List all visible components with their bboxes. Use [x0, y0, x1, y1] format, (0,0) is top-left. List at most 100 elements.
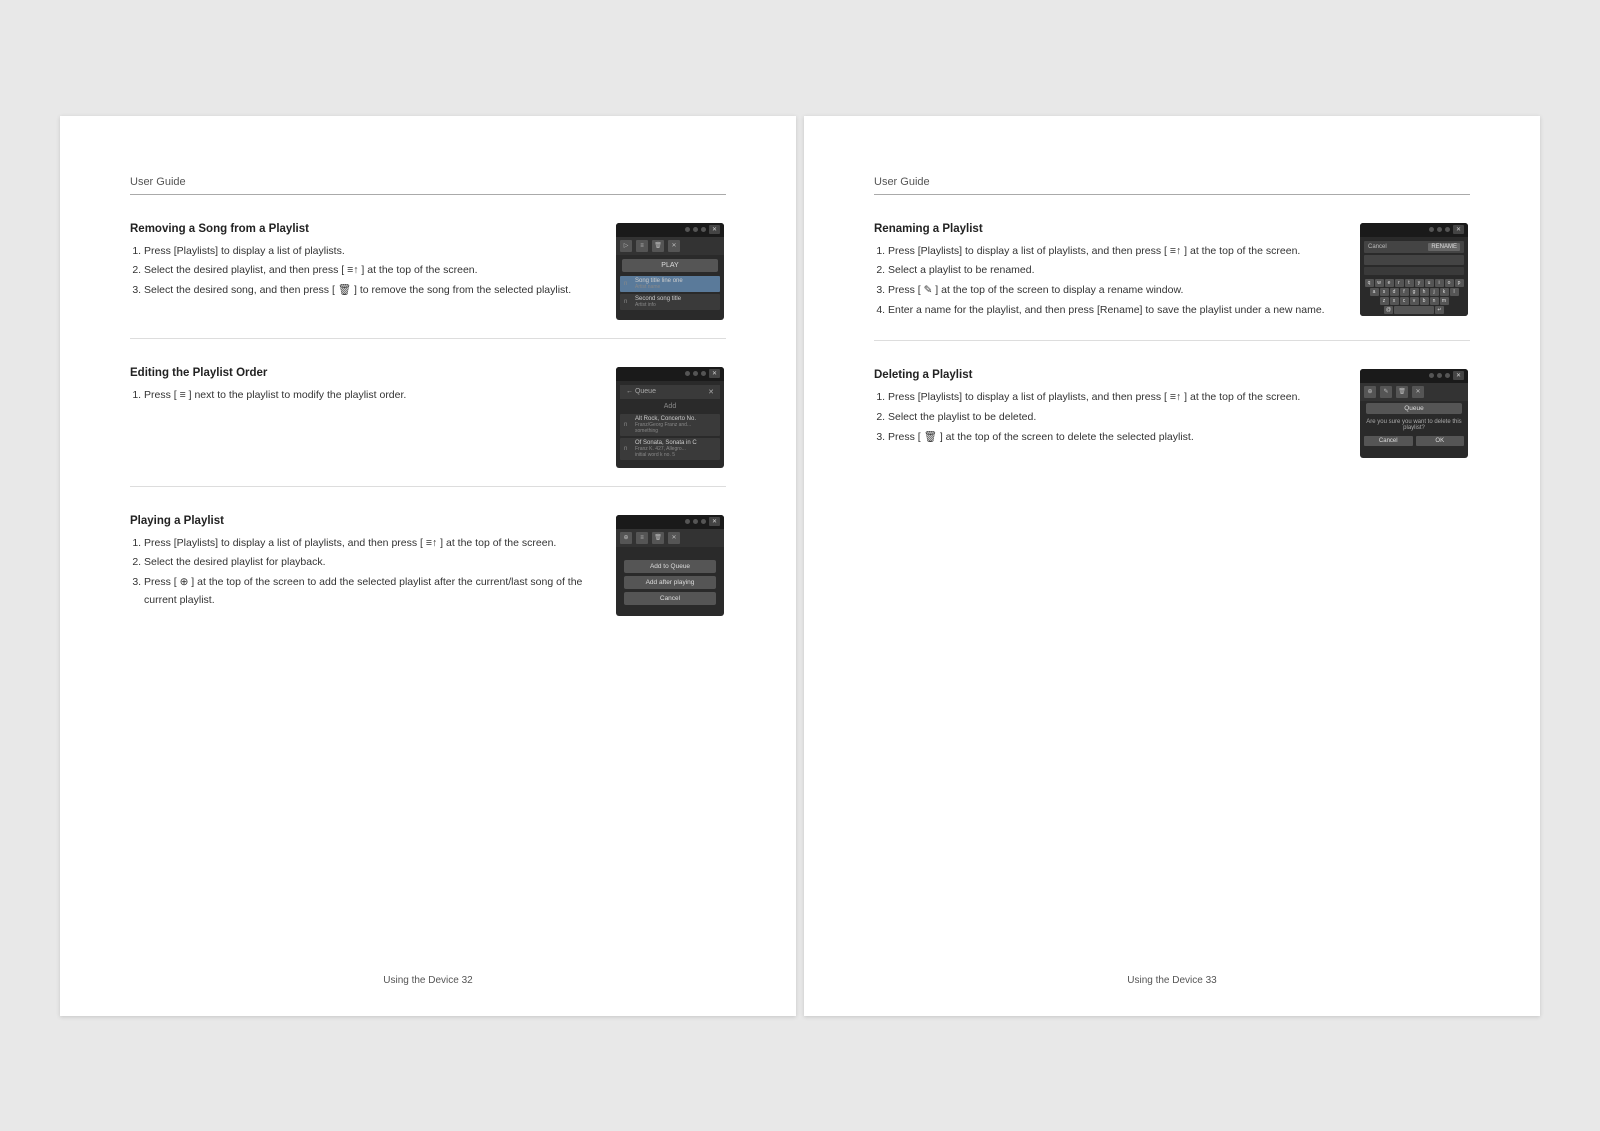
dot8	[693, 519, 698, 524]
section-playing-content: Playing a Playlist Press [Playlists] to …	[130, 515, 598, 612]
kb-spacebar	[1394, 306, 1434, 314]
edit-song-1: n Alt Rock, Concerto No. Franz/Georg Fra…	[620, 414, 720, 436]
add-label: Add	[616, 401, 724, 412]
cancel-label: Cancel	[1368, 244, 1387, 250]
icon-play: ▷	[620, 240, 632, 252]
screen-top-bar: ✕	[616, 223, 724, 237]
keyboard: q w e r t y u i o p a	[1360, 277, 1468, 316]
play-button: PLAY	[622, 259, 718, 272]
screen-top-bar-d: ✕	[1360, 369, 1468, 383]
icon-d2: ✎	[1380, 386, 1392, 398]
song-text-2: Second song title Artist info	[635, 296, 681, 308]
removing-step-2: Select the desired playlist, and then pr…	[144, 262, 598, 280]
section-removing-song: Removing a Song from a Playlist Press [P…	[130, 223, 726, 320]
deleting-screen: ✕ ⊕ ✎ 🗑 ✕ Queue Are you sure you want to…	[1360, 369, 1468, 458]
icon-d: ✕	[668, 532, 680, 544]
renaming-screen: ✕ Cancel RENAME q w e r	[1360, 223, 1468, 316]
confirm-text: Are you sure you want to delete this pla…	[1360, 416, 1468, 434]
screen-top-bar-2: ✕	[616, 367, 724, 381]
renaming-steps: Press [Playlists] to display a list of p…	[874, 243, 1342, 320]
section-editing-content: Editing the Playlist Order Press [ ≡ ] n…	[130, 367, 598, 407]
section-editing-order: Editing the Playlist Order Press [ ≡ ] n…	[130, 367, 726, 468]
page-left-header: User Guide	[130, 176, 726, 195]
section-deleting-content: Deleting a Playlist Press [Playlists] to…	[874, 369, 1342, 449]
icon-list: ≡	[636, 240, 648, 252]
song-item-2: n Second song title Artist info	[620, 294, 720, 310]
dotd3	[1445, 373, 1450, 378]
ok-action: OK	[1416, 436, 1465, 446]
editing-order-steps: Press [ ≡ ] next to the playlist to modi…	[130, 387, 598, 405]
page-right: User Guide Renaming a Playlist Press [Pl…	[804, 116, 1540, 1016]
icon-x: ✕	[668, 240, 680, 252]
icon-d1: ⊕	[1364, 386, 1376, 398]
queue-label: ← Queue	[626, 388, 656, 395]
rename-input-2	[1364, 267, 1464, 275]
deleting-step-3: Press [ 🗑 ] at the top of the screen to …	[888, 429, 1342, 447]
dot6	[701, 371, 706, 376]
divider-1	[130, 338, 726, 339]
screen-top-bar-r: ✕	[1360, 223, 1468, 237]
dot5	[693, 371, 698, 376]
section-renaming: Renaming a Playlist Press [Playlists] to…	[874, 223, 1470, 322]
screen-toolbar: ▷ ≡ 🗑 ✕	[616, 237, 724, 255]
x-btn-3: ✕	[709, 517, 720, 526]
x-close: ✕	[708, 388, 714, 396]
editing-order-image: ✕ ← Queue ✕ Add n Alt Rock, Concerto No.…	[616, 367, 726, 468]
editing-order-title: Editing the Playlist Order	[130, 367, 598, 379]
kb-bottom: @ ↵	[1362, 306, 1466, 314]
playing-step-1: Press [Playlists] to display a list of p…	[144, 535, 598, 553]
page-left: User Guide Removing a Song from a Playli…	[60, 116, 796, 1016]
deleting-steps: Press [Playlists] to display a list of p…	[874, 389, 1342, 447]
deleting-step-2: Select the playlist to be deleted.	[888, 409, 1342, 427]
cancel-btn: Cancel	[624, 592, 716, 605]
icon-b: ≡	[636, 532, 648, 544]
icon-trash: 🗑	[652, 240, 664, 252]
dot3	[701, 227, 706, 232]
page-right-header: User Guide	[874, 176, 1470, 195]
renaming-step-4: Enter a name for the playlist, and then …	[888, 302, 1342, 320]
song-num-1: n	[624, 281, 632, 287]
section-playing-playlist: Playing a Playlist Press [Playlists] to …	[130, 515, 726, 616]
renaming-step-3: Press [ ✎ ] at the top of the screen to …	[888, 282, 1342, 300]
song-item-1: n Song title line one Artist name	[620, 276, 720, 292]
kb-row-2: a s d f g h j k l	[1362, 288, 1466, 296]
icon-c: 🗑	[652, 532, 664, 544]
dotd1	[1429, 373, 1434, 378]
section-removing-content: Removing a Song from a Playlist Press [P…	[130, 223, 598, 303]
section-deleting: Deleting a Playlist Press [Playlists] to…	[874, 369, 1470, 458]
renaming-step-1: Press [Playlists] to display a list of p…	[888, 243, 1342, 261]
screen-toolbar-d: ⊕ ✎ 🗑 ✕	[1360, 383, 1468, 401]
playing-step-2: Select the desired playlist for playback…	[144, 554, 598, 572]
dotr2	[1437, 227, 1442, 232]
song-num-2: n	[624, 299, 632, 305]
renaming-title: Renaming a Playlist	[874, 223, 1342, 235]
dotr1	[1429, 227, 1434, 232]
add-to-queue-btn: Add to Queue	[624, 560, 716, 573]
screen-toolbar-3: ⊕ ≡ 🗑 ✕	[616, 529, 724, 547]
kb-row-3: z x c v b n m	[1362, 297, 1466, 305]
removing-song-screen: ✕ ▷ ≡ 🗑 ✕ PLAY n Song title line one Art…	[616, 223, 724, 320]
song-text-1: Song title line one Artist name	[635, 278, 683, 290]
dot1	[685, 227, 690, 232]
divider-2	[130, 486, 726, 487]
queue-label-d: Queue	[1366, 403, 1462, 414]
deleting-title: Deleting a Playlist	[874, 369, 1342, 381]
playing-playlist-steps: Press [Playlists] to display a list of p…	[130, 535, 598, 610]
removing-step-1: Press [Playlists] to display a list of p…	[144, 243, 598, 261]
rename-bar: Cancel RENAME	[1364, 241, 1464, 253]
cancel-action: Cancel	[1364, 436, 1413, 446]
dot9	[701, 519, 706, 524]
playing-step-3: Press [ ⊕ ] at the top of the screen to …	[144, 574, 598, 610]
playing-playlist-screen: ✕ ⊕ ≡ 🗑 ✕ Add to Queue Add after playing…	[616, 515, 724, 616]
screen-top-bar-3: ✕	[616, 515, 724, 529]
rename-btn: RENAME	[1428, 243, 1460, 251]
dotr3	[1445, 227, 1450, 232]
x-btn-2: ✕	[709, 369, 720, 378]
dot7	[685, 519, 690, 524]
removing-song-steps: Press [Playlists] to display a list of p…	[130, 243, 598, 301]
dot2	[693, 227, 698, 232]
renaming-image: ✕ Cancel RENAME q w e r	[1360, 223, 1470, 316]
icon-d3: 🗑	[1396, 386, 1408, 398]
x-btn-d: ✕	[1453, 371, 1464, 380]
page-right-footer: Using the Device 33	[804, 975, 1540, 986]
